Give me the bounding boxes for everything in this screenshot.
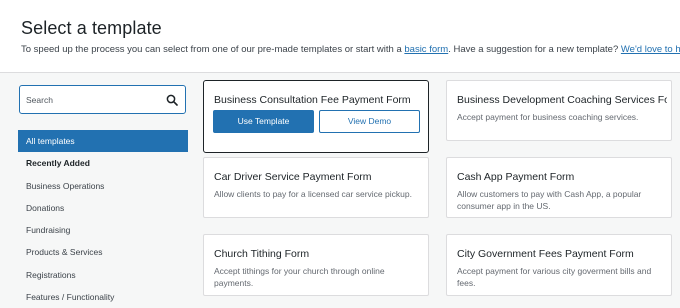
page-title: Select a template xyxy=(21,18,162,38)
template-title: Car Driver Service Payment Form xyxy=(214,171,372,183)
category-fundraising[interactable]: Fundraising xyxy=(18,219,188,241)
template-title: Business Consultation Fee Payment Form xyxy=(214,94,411,106)
category-recently-added[interactable]: Recently Added xyxy=(18,152,188,174)
page-header: Select a template To speed up the proces… xyxy=(0,0,680,73)
category-all-templates[interactable]: All templates xyxy=(18,130,188,153)
template-title: Cash App Payment Form xyxy=(457,171,575,183)
category-features-functionality[interactable]: Features / Functionality xyxy=(18,286,188,308)
view-demo-button[interactable]: View Demo xyxy=(319,110,420,133)
template-title: Church Tithing Form xyxy=(214,248,310,260)
template-card[interactable]: Cash App Payment Form Allow customers to… xyxy=(446,157,672,218)
category-business-operations[interactable]: Business Operations xyxy=(18,175,188,197)
use-template-button[interactable]: Use Template xyxy=(213,110,314,133)
search-icon[interactable] xyxy=(166,94,178,106)
category-donations[interactable]: Donations xyxy=(18,197,188,219)
template-card[interactable]: Car Driver Service Payment Form Allow cl… xyxy=(203,157,429,218)
template-title: City Government Fees Payment Form xyxy=(457,248,634,260)
category-products-services[interactable]: Products & Services xyxy=(18,241,188,263)
suggestion-link[interactable]: We'd love to hear it xyxy=(621,44,680,55)
search-input[interactable] xyxy=(26,92,156,107)
template-description: Allow customers to pay with Cash App, a … xyxy=(457,189,642,211)
category-registrations[interactable]: Registrations xyxy=(18,264,188,286)
template-card[interactable]: City Government Fees Payment Form Accept… xyxy=(446,234,672,296)
template-description: Accept payment for business coaching ser… xyxy=(457,112,639,122)
template-card[interactable]: Church Tithing Form Accept tithings for … xyxy=(203,234,429,296)
subtitle-text: To speed up the process you can select f… xyxy=(21,44,405,55)
template-description: Accept payment for various city govermen… xyxy=(457,266,652,288)
page-subtitle: To speed up the process you can select f… xyxy=(21,44,680,55)
template-card[interactable]: Business Consultation Fee Payment Form U… xyxy=(203,80,429,153)
template-description: Accept tithings for your church through … xyxy=(214,266,385,288)
template-title: Business Development Coaching Services F… xyxy=(457,94,667,106)
category-list: All templates Recently Added Business Op… xyxy=(18,130,188,308)
template-description: Allow clients to pay for a licensed car … xyxy=(214,189,412,199)
template-card[interactable]: Business Development Coaching Services F… xyxy=(446,80,672,141)
basic-form-link[interactable]: basic form xyxy=(404,44,448,55)
search-box xyxy=(19,85,186,114)
subtitle-text-2: . Have a suggestion for a new template? xyxy=(448,44,621,55)
